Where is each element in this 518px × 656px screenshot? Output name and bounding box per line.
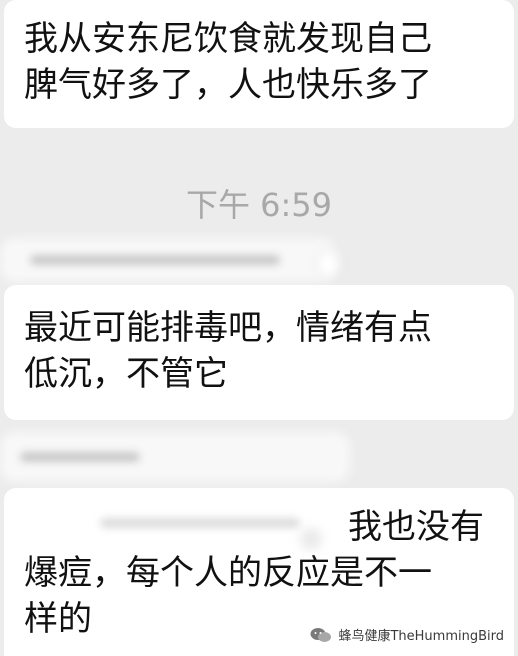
blurred-avatar <box>300 528 322 550</box>
watermark-text: 蜂鸟健康TheHummingBird <box>338 629 504 644</box>
wechat-icon <box>310 627 332 642</box>
blurred-text <box>30 255 280 265</box>
message-bubble-2[interactable]: 最近可能排毒吧，情绪有点 低沉，不管它 <box>4 285 514 420</box>
blurred-avatar <box>316 250 340 278</box>
watermark: 蜂鸟健康TheHummingBird <box>310 625 504 644</box>
blurred-quote-text <box>100 518 300 528</box>
message-3-line-2: 爆痘，每个人的反应是不一 <box>24 553 432 593</box>
chat-timestamp: 下午 6:59 <box>185 186 333 224</box>
blurred-text <box>20 452 140 462</box>
message-2-line-2: 低沉，不管它 <box>24 354 228 394</box>
message-1-line-1: 我从安东尼饮食就发现自己 <box>24 19 432 59</box>
message-1-line-2: 脾气好多了，人也快乐多了 <box>24 65 432 105</box>
message-2-line-1: 最近可能排毒吧，情绪有点 <box>24 308 432 348</box>
message-bubble-1[interactable]: 我从安东尼饮食就发现自己 脾气好多了，人也快乐多了 <box>4 0 514 128</box>
